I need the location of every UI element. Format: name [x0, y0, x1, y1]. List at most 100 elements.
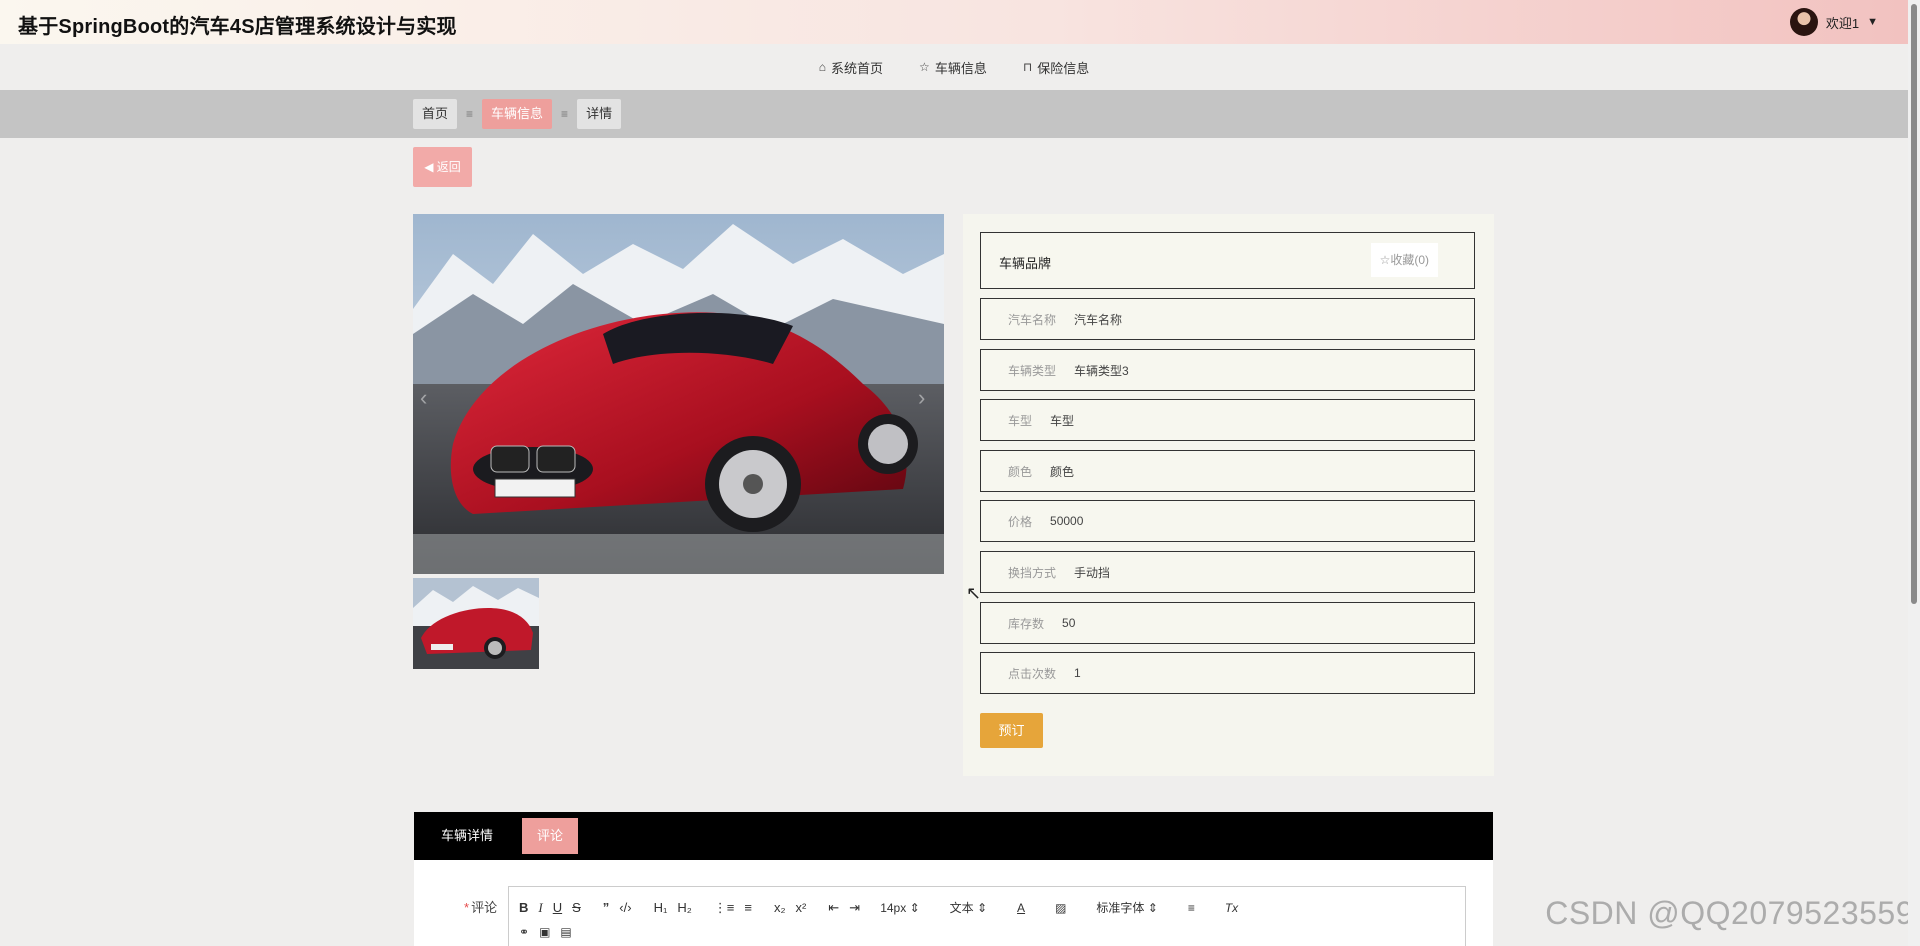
subscript-icon[interactable]: x₂ — [774, 900, 786, 915]
link-icon[interactable]: ⚭ — [519, 925, 529, 939]
text-color-icon[interactable]: A — [1017, 901, 1025, 915]
prev-image-icon[interactable]: ‹ — [420, 385, 427, 411]
comment-form: * 评论 B I U S ” ‹/› H₁ H₂ ⋮≡ ≡ x₂ x² ⇤ ⇥ 1… — [414, 860, 1493, 946]
user-avatar[interactable] — [1789, 8, 1818, 36]
top-header: 基于SpringBoot的汽车4S店管理系统设计与实现 欢迎1 ▼ — [0, 0, 1908, 44]
comment-label-text: 评论 — [471, 900, 498, 915]
caret-left-icon: ◀ — [424, 160, 434, 174]
back-button[interactable]: ◀ 返回 — [413, 147, 472, 187]
image-icon[interactable]: ▣ — [539, 925, 550, 939]
breadcrumb-bar: 首页 ≡ 车辆信息 ≡ 详情 — [0, 90, 1908, 138]
field-label: 点击次数 — [1008, 666, 1057, 681]
field-row-model: 车型 车型 — [980, 399, 1475, 441]
ordered-list-icon[interactable]: ⋮≡ — [714, 900, 735, 916]
site-title: 基于SpringBoot的汽车4S店管理系统设计与实现 — [18, 16, 457, 38]
comment-editor[interactable]: B I U S ” ‹/› H₁ H₂ ⋮≡ ≡ x₂ x² ⇤ ⇥ 14px … — [508, 886, 1466, 946]
code-block-icon[interactable]: ‹/› — [619, 900, 631, 915]
superscript-icon[interactable]: x² — [796, 900, 807, 915]
font-size-value: 14px — [880, 900, 907, 915]
field-label: 换挡方式 — [1008, 565, 1057, 580]
field-label: 库存数 — [1008, 616, 1045, 631]
scrollbar-thumb[interactable] — [1911, 4, 1917, 604]
video-icon[interactable]: ▤ — [560, 925, 571, 939]
outdent-icon[interactable]: ⇤ — [828, 900, 839, 916]
align-icon[interactable]: ≡ — [1188, 901, 1195, 915]
star-icon: ☆ — [919, 60, 930, 74]
page-scrollbar[interactable] — [1908, 0, 1920, 946]
field-value: 手动挡 — [1074, 565, 1111, 580]
next-image-icon[interactable]: › — [918, 385, 925, 411]
detail-tabs: 车辆详情 评论 — [414, 812, 1493, 860]
font-size-select[interactable]: 14px ⇕ — [880, 901, 919, 915]
field-value: 车辆类型3 — [1074, 363, 1129, 378]
field-row-stock: 库存数 50 — [980, 602, 1475, 644]
underline-icon[interactable]: U — [553, 900, 562, 915]
field-label: 车型 — [1008, 413, 1033, 428]
comment-label: * 评论 — [464, 897, 497, 916]
field-value: 车型 — [1050, 413, 1075, 428]
background-color-icon[interactable]: ▨ — [1055, 901, 1066, 915]
mouse-cursor-icon: ↖ — [966, 583, 982, 603]
bullet-list-icon[interactable]: ≡ — [744, 900, 752, 915]
blockquote-icon[interactable]: ” — [603, 900, 610, 915]
user-greeting[interactable]: 欢迎1 — [1826, 13, 1859, 32]
favorite-button[interactable]: ☆收藏(0) — [1370, 243, 1438, 277]
italic-icon[interactable]: I — [538, 900, 542, 916]
nav-item-label[interactable]: 车辆信息 — [935, 58, 987, 77]
text-style-value: 文本 — [949, 901, 974, 915]
required-mark: * — [464, 900, 470, 915]
nav-item-vehicles[interactable]: ☆ 车辆信息 — [919, 58, 987, 77]
tab-comments[interactable]: 评论 — [522, 818, 579, 854]
brand-row: 车辆品牌 ☆收藏(0) — [980, 232, 1475, 289]
field-row-name: 汽车名称 汽车名称 — [980, 298, 1475, 340]
text-style-select[interactable]: 文本 ⇕ — [950, 899, 987, 916]
field-value: 汽车名称 — [1074, 312, 1123, 327]
breadcrumb-separator: ≡ — [466, 107, 474, 121]
breadcrumb-separator: ≡ — [561, 107, 569, 121]
field-row-price: 价格 50000 — [980, 500, 1475, 542]
field-label: 汽车名称 — [1008, 312, 1057, 327]
field-row-color: 颜色 颜色 — [980, 450, 1475, 492]
breadcrumb-vehicles[interactable]: 车辆信息 — [482, 99, 553, 129]
nav-item-label[interactable]: 保险信息 — [1037, 58, 1089, 77]
indent-icon[interactable]: ⇥ — [849, 900, 860, 916]
nav-item-insurance[interactable]: ⊓ 保险信息 — [1023, 58, 1089, 77]
vehicle-thumbnail[interactable] — [413, 578, 539, 669]
field-value: 50 — [1062, 616, 1076, 630]
book-button[interactable]: 预订 — [980, 713, 1043, 748]
user-menu[interactable]: 欢迎1 ▼ — [1789, 8, 1878, 36]
caret-down-icon[interactable]: ▼ — [1867, 16, 1878, 28]
breadcrumb: 首页 ≡ 车辆信息 ≡ 详情 — [413, 99, 622, 129]
clear-format-icon[interactable]: Tx — [1225, 901, 1238, 915]
field-value: 50000 — [1050, 514, 1084, 528]
updown-icon: ⇕ — [1147, 901, 1158, 915]
heading1-icon[interactable]: H₁ — [654, 900, 668, 915]
bold-icon[interactable]: B — [519, 900, 528, 915]
brand-label: 车辆品牌 — [999, 256, 1052, 271]
field-value: 1 — [1074, 666, 1081, 680]
editor-toolbar-row2: ⚭ ▣ ▤ — [519, 925, 572, 939]
field-row-transmission: 换挡方式 手动挡 — [980, 551, 1475, 593]
field-label: 颜色 — [1008, 464, 1033, 479]
tab-vehicle-details[interactable]: 车辆详情 — [426, 818, 508, 854]
font-family-select[interactable]: 标准字体 ⇕ — [1096, 899, 1157, 916]
field-row-type: 车辆类型 车辆类型3 — [980, 349, 1475, 391]
breadcrumb-home[interactable]: 首页 — [413, 99, 458, 129]
vehicle-info-panel: 车辆品牌 ☆收藏(0) 汽车名称 汽车名称 车辆类型 车辆类型3 车型 车型 颜… — [963, 214, 1494, 776]
strikethrough-icon[interactable]: S — [572, 900, 581, 915]
vehicle-main-image — [413, 214, 944, 574]
watermark: CSDN @QQ2079523559 — [1545, 895, 1914, 931]
heading2-icon[interactable]: H₂ — [677, 900, 691, 915]
nav-item-home[interactable]: ⌂ 系统首页 — [819, 58, 883, 77]
field-label: 价格 — [1008, 514, 1033, 529]
field-row-clicks: 点击次数 1 — [980, 652, 1475, 694]
editor-toolbar: B I U S ” ‹/› H₁ H₂ ⋮≡ ≡ x₂ x² ⇤ ⇥ 14px … — [519, 899, 1238, 916]
field-value: 颜色 — [1050, 464, 1075, 479]
nav-item-label[interactable]: 系统首页 — [831, 58, 883, 77]
main-nav: ⌂ 系统首页 ☆ 车辆信息 ⊓ 保险信息 — [0, 44, 1908, 90]
editor-selects: 14px ⇕ 文本 ⇕ A ▨ 标准字体 ⇕ ≡ Tx — [880, 899, 1238, 916]
bag-icon: ⊓ — [1022, 60, 1033, 74]
home-icon: ⌂ — [818, 60, 827, 74]
breadcrumb-detail: 详情 — [577, 99, 622, 129]
back-button-label: 返回 — [436, 160, 461, 174]
